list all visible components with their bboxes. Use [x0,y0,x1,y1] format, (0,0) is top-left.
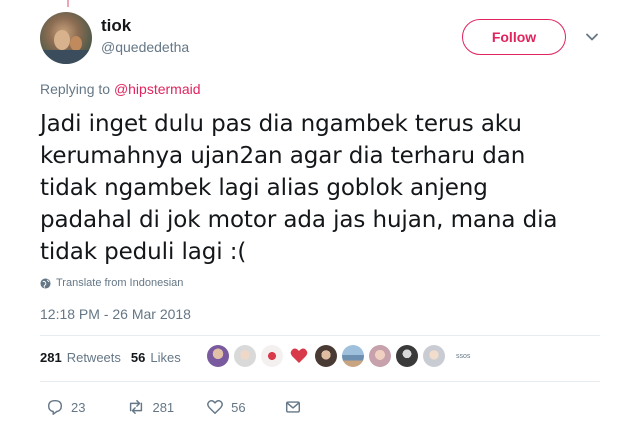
retweets-label: Retweets [66,350,121,365]
tweet-text-line: Jadi inget dulu pas dia ngambek terus ak… [40,111,522,137]
tweet-timestamp[interactable]: 12:18 PM - 26 Mar 2018 [40,306,191,322]
liker-avatar[interactable] [423,345,445,367]
translate-link[interactable]: Translate from Indonesian [40,277,183,289]
reply-mention-link[interactable]: @hipstermaid [114,81,201,97]
avatar-shirt [40,50,92,64]
liker-avatar[interactable] [207,345,229,367]
like-button[interactable]: 56 [206,398,246,416]
reply-count: 23 [71,399,86,415]
tweet-text-line: padahal di jok motor ada jas hujan, mana… [40,207,558,233]
retweet-icon [130,399,143,415]
avatar-face [54,30,70,50]
liker-avatar[interactable] [315,345,337,367]
heart-icon [207,400,224,415]
direct-message-button[interactable] [284,398,302,416]
likes-label: Likes [150,350,181,365]
liker-avatar[interactable] [342,345,364,367]
user-handle[interactable]: @quededetha [101,39,189,55]
divider [40,381,600,382]
retweet-button[interactable]: 281 [127,398,174,416]
likes-count: 56 [130,350,146,365]
liker-avatar[interactable] [369,345,391,367]
reply-button[interactable]: 23 [46,398,85,416]
retweets-count: 281 [40,350,62,365]
chevron-down-icon[interactable] [585,30,599,44]
likers-avatars: ssos [207,345,470,367]
like-count: 56 [231,399,246,415]
liker-avatar[interactable] [234,345,256,367]
tweet-text: Jadi inget dulu pas dia ngambek terus ak… [40,108,620,268]
retweets-stat[interactable]: 281 Retweets [40,350,121,365]
retweet-count: 281 [152,399,175,415]
liker-avatar[interactable] [261,345,283,367]
liker-avatar[interactable] [288,345,310,367]
likers-extra-label[interactable]: ssos [456,353,470,360]
heart-icon [290,348,308,363]
display-name[interactable]: tiok [101,16,131,36]
divider [40,335,600,336]
tweet-stats: 281 Retweets 56 Likes [40,350,181,365]
replying-prefix: Replying to [40,81,111,97]
globe-icon [40,277,51,289]
tweet-actions: 23 281 56 [46,398,302,416]
liker-avatar[interactable] [396,345,418,367]
thread-connector [67,0,69,7]
tweet-text-line: tidak ngambek lagi alias goblok anjeng [40,175,488,201]
avatar[interactable] [40,12,92,64]
replying-to: Replying to @hipstermaid [40,81,201,97]
reply-icon [47,399,63,415]
follow-button[interactable]: Follow [462,19,566,55]
message-icon [285,401,300,413]
avatar-face [70,36,82,51]
tweet-text-line: kerumahnya ujan2an agar dia terharu dan [40,143,526,169]
likes-stat[interactable]: 56 Likes [131,350,181,365]
tweet-text-line: tidak peduli lagi :( [40,239,247,265]
translate-label[interactable]: Translate from Indonesian [56,277,183,289]
